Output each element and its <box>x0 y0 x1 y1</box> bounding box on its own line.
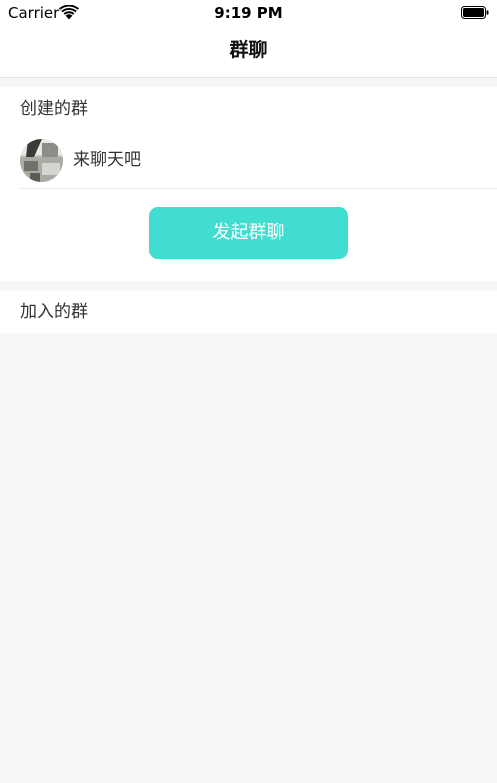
joined-groups-header: 加入的群 <box>20 302 88 322</box>
group-avatar <box>20 139 63 182</box>
start-group-chat-button[interactable]: 发起群聊 <box>149 207 348 259</box>
created-groups-section: 创建的群 来聊天吧 发起群聊 <box>0 87 497 281</box>
created-groups-header: 创建的群 <box>20 99 88 119</box>
status-bar: Carrier 9:19 PM <box>0 0 497 26</box>
group-row[interactable]: 来聊天吧 <box>0 133 497 189</box>
battery-icon <box>461 6 489 19</box>
nav-bar: 群聊 <box>0 26 497 78</box>
status-time: 9:19 PM <box>214 4 283 22</box>
joined-groups-section: 加入的群 <box>0 291 497 333</box>
group-avatar-photo <box>20 139 63 182</box>
row-divider <box>20 188 497 189</box>
group-name: 来聊天吧 <box>73 150 141 170</box>
page-title: 群聊 <box>229 39 268 61</box>
